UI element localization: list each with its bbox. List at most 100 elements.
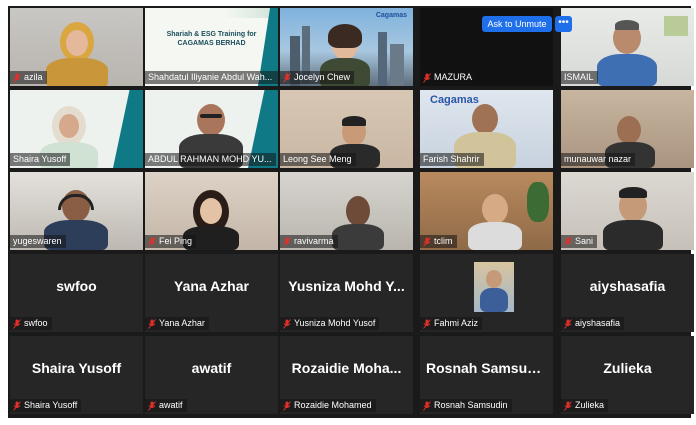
participant-tile[interactable]: ravivarma [280,172,413,250]
participant-name-tag: Zulieka [561,399,609,412]
participant-name-tag: Farish Shahrir [420,153,484,166]
mic-muted-icon [13,400,21,411]
participant-name-tag: aiyshasafia [561,317,625,330]
participant-name-tag: ABDUL RAHMAN MOHD YU... [145,153,276,166]
participant-display-name: Yusniza Mohd Y... [288,278,405,294]
participant-name-tag: Fei Ping [145,235,197,248]
participant-tile[interactable]: Cagamas Farish Shahrir [420,90,553,168]
mic-muted-icon [283,318,291,329]
participant-name-tag: tclim [420,235,457,248]
participant-name: Shaira Yusoff [24,400,78,410]
participant-name: Fei Ping [159,236,193,246]
participant-tile[interactable]: azila [10,8,143,86]
participant-name-tag: Shahdatul Iliyanie Abdul Wah... [145,71,278,84]
mic-muted-icon [564,236,572,247]
participant-name: Shaira Yusoff [13,154,67,164]
participant-name: Farish Shahrir [423,154,480,164]
participant-tile[interactable]: ABDUL RAHMAN MOHD YU... [145,90,278,168]
mic-muted-icon [423,236,431,247]
more-options-button[interactable]: ••• [555,16,572,32]
mic-muted-icon [564,400,572,411]
participant-name: yugeswaren [13,236,62,246]
participant-name-tag: munauwar nazar [561,153,636,166]
participant-display-name: Rosnah Samsudin [426,360,549,376]
participant-name: Fahmi Aziz [434,318,479,328]
participant-name-tag: ISMAIL [561,71,598,84]
participant-tile[interactable]: awatif awatif [145,336,278,414]
participant-name: Jocelyn Chew [294,72,351,82]
participant-display-name: awatif [191,360,232,376]
participant-name: ABDUL RAHMAN MOHD YU... [148,154,272,164]
mic-muted-icon [423,400,431,411]
participant-tile[interactable]: Yusniza Mohd Y... Yusniza Mohd Yusof [280,254,413,332]
participant-name: Yusniza Mohd Yusof [294,318,376,328]
mic-muted-icon [423,72,431,83]
mic-muted-icon [13,72,21,83]
participant-display-name: swfoo [56,278,97,294]
participant-display-name: aiyshasafia [589,278,666,294]
participant-name: awatif [159,400,183,410]
slide-title: Shariah & ESG Training for CAGAMAS BERHA… [166,31,257,47]
participant-name-tag: Leong See Meng [280,153,356,166]
participant-tile[interactable]: Zulieka Zulieka [561,336,694,414]
mic-muted-icon [564,318,572,329]
participant-tile[interactable]: Shaira Yusoff Shaira Yusoff [10,336,143,414]
cagamas-logo-text: Cagamas [430,94,479,106]
participant-tile[interactable]: Sani [561,172,694,250]
participant-tile[interactable]: Yana Azhar Yana Azhar [145,254,278,332]
participant-name: Yana Azhar [159,318,205,328]
mic-muted-icon [423,318,431,329]
participant-name-tag: azila [10,71,47,84]
participant-name-tag: Jocelyn Chew [280,71,355,84]
mic-muted-icon [283,236,291,247]
mic-muted-icon [283,400,291,411]
participant-name: ravivarma [294,236,334,246]
participant-name-tag: awatif [145,399,187,412]
participant-tile-active-speaker[interactable]: Shariah & ESG Training for CAGAMAS BERHA… [145,8,278,86]
participant-display-name: Rozaidie Moha... [291,360,402,376]
participant-name-tag: Yana Azhar [145,317,209,330]
participant-name: Sani [575,236,594,246]
participant-tile[interactable]: yugeswaren [10,172,143,250]
participant-name-tag: Sani [561,235,598,248]
participant-tile[interactable]: Leong See Meng [280,90,413,168]
participant-tile[interactable]: Shaira Yusoff [10,90,143,168]
participant-name: Leong See Meng [283,154,352,164]
participant-name: munauwar nazar [564,154,632,164]
meeting-gallery: azila Shariah & ESG Training for CAGAMAS… [8,6,694,418]
participant-name: Rozaidie Mohamed [294,400,372,410]
mic-muted-icon [148,400,156,411]
participant-tile[interactable]: swfoo swfoo [10,254,143,332]
participant-name: azila [24,72,43,82]
participant-tile[interactable]: ISMAIL [561,8,694,86]
participant-name-tag: Shaira Yusoff [10,153,71,166]
mic-muted-icon [148,318,156,329]
participant-name-tag: Shaira Yusoff [10,399,82,412]
participant-name-tag: swfoo [10,317,52,330]
participant-name: ISMAIL [564,72,594,82]
participant-name: Rosnah Samsudin [434,400,508,410]
cagamas-logo-text: Cagamas [375,12,407,19]
mic-muted-icon [283,72,291,83]
participant-name-tag: MAZURA [420,71,476,84]
ask-to-unmute-button[interactable]: Ask to Unmute [482,16,552,32]
participant-tile[interactable]: Rozaidie Moha... Rozaidie Mohamed [280,336,413,414]
participant-name-tag: ravivarma [280,235,338,248]
participant-tile[interactable]: Cagamas Jocelyn Chew [280,8,413,86]
participant-tile[interactable]: tclim [420,172,553,250]
participant-display-name: Shaira Yusoff [31,360,122,376]
participant-name: MAZURA [434,72,472,82]
participant-tile[interactable]: Fei Ping [145,172,278,250]
participant-name-tag: Fahmi Aziz [420,317,483,330]
mic-muted-icon [148,236,156,247]
participant-name: swfoo [24,318,48,328]
profile-photo [474,262,514,312]
participant-name-tag: Yusniza Mohd Yusof [280,317,380,330]
participant-name: Shahdatul Iliyanie Abdul Wah... [148,72,273,82]
participant-tile[interactable]: Fahmi Aziz [420,254,553,332]
participant-tile[interactable]: munauwar nazar [561,90,694,168]
participant-tile[interactable]: Rosnah Samsudin Rosnah Samsudin [420,336,553,414]
participant-display-name: Yana Azhar [174,278,249,294]
participant-tile[interactable]: aiyshasafia aiyshasafia [561,254,694,332]
participant-display-name: Zulieka [603,360,652,376]
